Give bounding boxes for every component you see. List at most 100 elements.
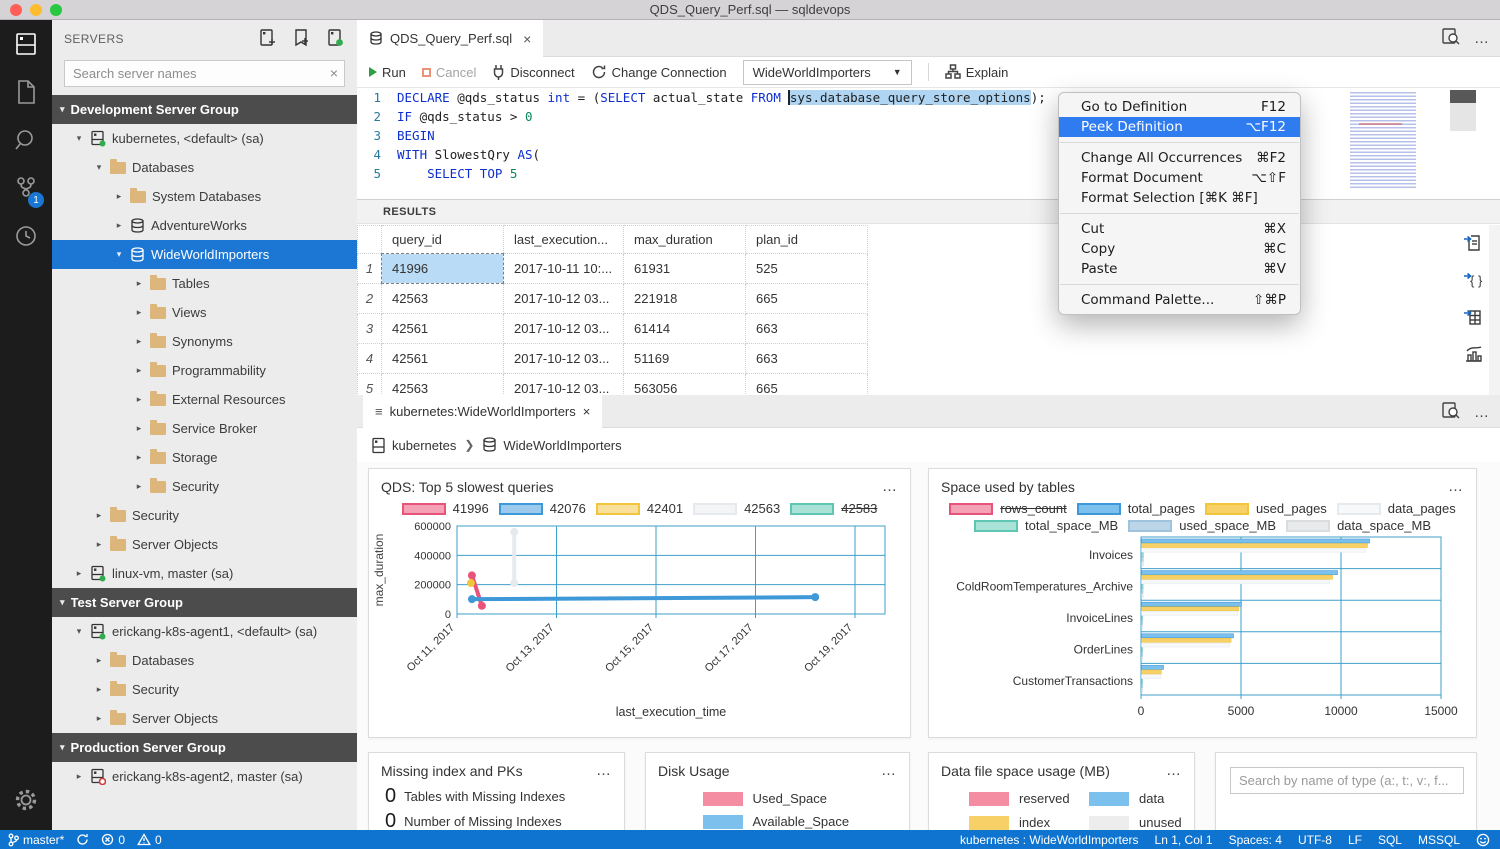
- clear-search-icon[interactable]: ×: [330, 65, 338, 81]
- legend-item-Used_Space[interactable]: Used_Space: [703, 791, 853, 806]
- collapsed-icon[interactable]: ▸: [134, 336, 144, 347]
- search-icon[interactable]: [0, 116, 52, 164]
- grid-cell[interactable]: 221918: [624, 284, 746, 314]
- explain-button[interactable]: Explain: [945, 64, 1009, 80]
- tree-item[interactable]: ▸Synonyms: [52, 327, 357, 356]
- collapsed-icon[interactable]: ▸: [94, 655, 104, 666]
- column-header[interactable]: last_execution...: [504, 226, 624, 254]
- collapsed-icon[interactable]: ▸: [134, 481, 144, 492]
- selected-cell[interactable]: 41996: [382, 254, 504, 284]
- cursor-position-segment[interactable]: Ln 1, Col 1: [1155, 833, 1213, 847]
- scrollbar-thumb[interactable]: [1450, 90, 1476, 103]
- panel-preview-icon[interactable]: [1441, 401, 1460, 423]
- row-number[interactable]: 1: [358, 254, 382, 284]
- legend-item-total_pages[interactable]: total_pages: [1077, 501, 1195, 516]
- expanded-icon[interactable]: ▾: [94, 162, 104, 173]
- tree-item[interactable]: ▸Databases: [52, 646, 357, 675]
- grid-cell[interactable]: 2017-10-12 03...: [504, 284, 624, 314]
- warnings-segment[interactable]: 0: [137, 833, 162, 847]
- minimap[interactable]: [1350, 92, 1442, 190]
- collapsed-icon[interactable]: ▸: [134, 307, 144, 318]
- grid-cell[interactable]: 42563: [382, 284, 504, 314]
- code-line[interactable]: 5 SELECT TOP 5: [357, 164, 1500, 183]
- open-preview-icon[interactable]: [1441, 27, 1460, 49]
- grid-cell[interactable]: 663: [746, 314, 868, 344]
- legend-item-total_space_MB[interactable]: total_space_MB: [974, 518, 1118, 533]
- legend-item-used_pages[interactable]: used_pages: [1205, 501, 1327, 516]
- results-scrollbar[interactable]: [1489, 225, 1500, 395]
- collapsed-icon[interactable]: ▸: [94, 684, 104, 695]
- close-panel-tab-icon[interactable]: ×: [583, 404, 591, 419]
- source-control-icon[interactable]: 1: [0, 164, 52, 212]
- grid-cell[interactable]: 42561: [382, 344, 504, 374]
- expanded-icon[interactable]: ▾: [114, 249, 124, 260]
- legend-item-41996[interactable]: 41996: [402, 501, 489, 516]
- code-line[interactable]: 2IF @qds_status > 0: [357, 107, 1500, 126]
- tree-item[interactable]: ▸Storage: [52, 443, 357, 472]
- widget-menu-icon[interactable]: …: [882, 478, 898, 495]
- new-connection-icon[interactable]: [257, 28, 277, 51]
- tree-item[interactable]: ▾erickang-k8s-agent1, <default> (sa): [52, 617, 357, 646]
- object-search-input[interactable]: [1230, 767, 1464, 794]
- feedback-smiley-icon[interactable]: [1476, 833, 1490, 847]
- collapsed-icon[interactable]: ▸: [74, 568, 84, 579]
- legend-item-42583[interactable]: 42583: [790, 501, 877, 516]
- tree-item[interactable]: ▸Server Objects: [52, 704, 357, 733]
- collapsed-icon[interactable]: ▸: [114, 220, 124, 231]
- expanded-icon[interactable]: ▾: [74, 133, 84, 144]
- minimap-slider[interactable]: [1450, 103, 1476, 131]
- collapsed-icon[interactable]: ▸: [94, 713, 104, 724]
- server-group-header[interactable]: ▾Test Server Group: [52, 588, 357, 617]
- row-number[interactable]: 3: [358, 314, 382, 344]
- server-group-header[interactable]: ▾Development Server Group: [52, 95, 357, 124]
- editor-scrollbar[interactable]: [1450, 90, 1476, 196]
- menu-item-peek-definition[interactable]: Peek Definition⌥F12: [1059, 117, 1300, 137]
- tab-qds-query-perf[interactable]: QDS_Query_Perf.sql ×: [357, 20, 543, 57]
- grid-cell[interactable]: 61931: [624, 254, 746, 284]
- legend-item-42401[interactable]: 42401: [596, 501, 683, 516]
- menu-item-copy[interactable]: Copy⌘C: [1059, 239, 1300, 259]
- widget-menu-icon[interactable]: …: [1166, 762, 1182, 779]
- breadcrumb-server[interactable]: kubernetes: [371, 437, 456, 454]
- tree-item[interactable]: ▸Security: [52, 675, 357, 704]
- legend-item-data_space_MB[interactable]: data_space_MB: [1286, 518, 1431, 533]
- widget-menu-icon[interactable]: …: [881, 762, 897, 779]
- column-header[interactable]: max_duration: [624, 226, 746, 254]
- save-as-excel-icon[interactable]: [1463, 306, 1484, 330]
- view-as-chart-icon[interactable]: [1463, 343, 1484, 367]
- tree-item[interactable]: ▸erickang-k8s-agent2, master (sa): [52, 762, 357, 791]
- cancel-button[interactable]: Cancel: [422, 65, 476, 80]
- disconnect-button[interactable]: Disconnect: [492, 64, 574, 81]
- grid-cell[interactable]: 665: [746, 284, 868, 314]
- server-search-input[interactable]: [64, 60, 345, 87]
- database-selector[interactable]: WideWorldImporters ▼: [743, 60, 912, 85]
- tree-item[interactable]: ▸AdventureWorks: [52, 211, 357, 240]
- tree-item[interactable]: ▸External Resources: [52, 385, 357, 414]
- save-as-csv-icon[interactable]: [1463, 232, 1484, 256]
- menu-item-format-selection-k-f[interactable]: Format Selection [⌘K ⌘F]: [1059, 188, 1300, 208]
- grid-cell[interactable]: 2017-10-12 03...: [504, 314, 624, 344]
- eol-segment[interactable]: LF: [1348, 833, 1362, 847]
- settings-gear-icon[interactable]: [0, 780, 52, 820]
- indentation-segment[interactable]: Spaces: 4: [1229, 833, 1282, 847]
- server-group-header[interactable]: ▾Production Server Group: [52, 733, 357, 762]
- close-tab-icon[interactable]: ×: [523, 31, 531, 47]
- row-number-header[interactable]: [358, 226, 382, 254]
- expanded-icon[interactable]: ▾: [74, 626, 84, 637]
- tree-item[interactable]: ▾WideWorldImporters: [52, 240, 357, 269]
- new-server-group-icon[interactable]: [291, 28, 311, 51]
- grid-cell[interactable]: 42561: [382, 314, 504, 344]
- servers-viewlet-icon[interactable]: [0, 20, 52, 68]
- collapsed-icon[interactable]: ▸: [114, 191, 124, 202]
- grid-cell[interactable]: 2017-10-11 10:...: [504, 254, 624, 284]
- breadcrumb-database[interactable]: WideWorldImporters: [482, 437, 621, 453]
- tree-item[interactable]: ▸Security: [52, 501, 357, 530]
- collapsed-icon[interactable]: ▸: [94, 510, 104, 521]
- menu-item-go-to-definition[interactable]: Go to DefinitionF12: [1059, 97, 1300, 117]
- grid-cell[interactable]: 2017-10-12 03...: [504, 344, 624, 374]
- connection-segment[interactable]: kubernetes : WideWorldImporters: [960, 833, 1139, 847]
- errors-segment[interactable]: 0: [101, 833, 125, 847]
- row-number[interactable]: 2: [358, 284, 382, 314]
- panel-more-actions-icon[interactable]: …: [1474, 404, 1490, 421]
- menu-item-paste[interactable]: Paste⌘V: [1059, 259, 1300, 279]
